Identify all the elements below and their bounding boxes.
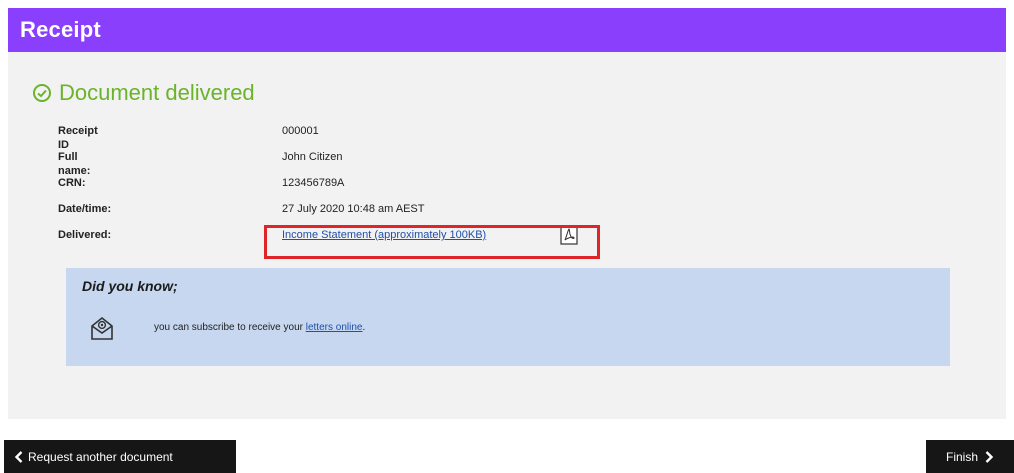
finish-button-label: Finish xyxy=(945,449,978,464)
back-button-label: Request another document xyxy=(28,449,173,464)
datetime-label: Date/time: xyxy=(58,203,112,215)
chevron-left-icon xyxy=(14,450,23,463)
status-text: Document delivered xyxy=(59,80,255,105)
info-text: you can subscribe to receive your letter… xyxy=(154,322,365,333)
info-title: Did you know; xyxy=(82,278,178,294)
did-you-know-box: Did you know; you can subscribe to recei… xyxy=(66,268,950,366)
finish-button[interactable]: Finish xyxy=(926,440,1014,473)
full-name-value: John Citizen xyxy=(282,151,343,163)
request-another-document-button[interactable]: Request another document xyxy=(4,440,236,473)
delivered-label: Delivered: xyxy=(58,229,112,241)
check-circle-icon xyxy=(33,84,51,102)
datetime-value: 27 July 2020 10:48 am AEST xyxy=(282,203,425,215)
info-text-before: you can subscribe to receive your xyxy=(154,322,306,333)
mail-icon xyxy=(91,316,113,340)
page-title: Receipt xyxy=(20,17,101,42)
receipt-header: Receipt xyxy=(8,8,1006,52)
receipt-id-label: Receipt ID xyxy=(58,125,98,151)
highlight-box xyxy=(264,225,600,259)
info-text-after: . xyxy=(362,322,366,333)
receipt-id-value: 000001 xyxy=(282,125,319,137)
delivery-status: Document delivered xyxy=(32,80,255,106)
chevron-right-icon xyxy=(985,450,994,463)
crn-label: CRN: xyxy=(58,177,86,189)
crn-value: 123456789A xyxy=(282,177,345,189)
letters-online-link[interactable]: letters online xyxy=(306,322,363,333)
full-name-label: Full name: xyxy=(58,151,91,177)
